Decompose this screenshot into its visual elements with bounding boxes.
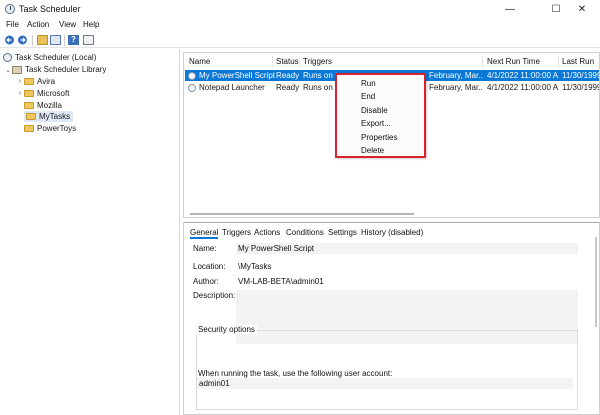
window-title: Task Scheduler [19, 4, 81, 14]
task-icon [188, 84, 196, 92]
tab-conditions[interactable]: Conditions [286, 228, 324, 237]
toolbar: ? [0, 33, 600, 48]
collapse-chevron-icon[interactable]: ⌄ [4, 66, 12, 74]
user-account-field: admin01 [197, 378, 573, 389]
help-icon[interactable]: ? [68, 35, 79, 45]
author-label: Author: [193, 277, 219, 286]
toolbar-separator [32, 35, 33, 46]
task-name: Notepad Launcher [199, 83, 265, 92]
task-icon [188, 72, 196, 80]
tree-folder-label: Microsoft [37, 89, 70, 98]
folder-icon [24, 78, 34, 85]
menu-view[interactable]: View [59, 20, 76, 29]
tree-folder-label: MyTasks [39, 112, 71, 121]
tab-actions[interactable]: Actions [254, 228, 280, 237]
up-folder-icon[interactable] [37, 35, 48, 45]
toolbar-separator [64, 35, 65, 46]
clock-icon [3, 53, 12, 62]
folder-icon [24, 125, 34, 132]
task-status: Ready [276, 71, 300, 80]
column-header-name[interactable]: Name [189, 57, 210, 66]
task-last-run: 11/30/1999 [562, 71, 599, 80]
column-header-next-run[interactable]: Next Run Time [487, 57, 540, 66]
context-menu-properties[interactable]: Properties [361, 133, 397, 142]
back-arrow-icon[interactable] [4, 35, 15, 45]
menu-bar: File Action View Help [0, 19, 600, 32]
show-hide-console-tree-icon[interactable] [50, 35, 61, 45]
tab-history[interactable]: History (disabled) [361, 228, 423, 237]
console-tree: Task Scheduler (Local) ⌄ Task Scheduler … [0, 49, 180, 415]
menu-help[interactable]: Help [83, 20, 99, 29]
task-last-run: 11/30/1999 [562, 83, 599, 92]
menu-file[interactable]: File [6, 20, 19, 29]
context-menu-delete[interactable]: Delete [361, 146, 384, 155]
folder-icon [24, 90, 34, 97]
task-next-run: 4/1/2022 11:00:00 A... [487, 71, 559, 80]
security-options-title: Security options [196, 325, 257, 334]
column-header-status[interactable]: Status [276, 57, 299, 66]
task-next-run: 4/1/2022 11:00:00 A... [487, 83, 559, 92]
context-menu: Run End Disable Export... Properties Del… [335, 73, 426, 158]
close-button[interactable]: ✕ [564, 0, 600, 19]
context-menu-disable[interactable]: Disable [361, 106, 388, 115]
tree-folder-avira[interactable]: › Avira [16, 76, 166, 87]
task-details-pane: General Triggers Actions Conditions Sett… [183, 222, 600, 415]
folder-icon [26, 113, 36, 120]
tree-folder-powertoys[interactable]: PowerToys [16, 123, 166, 134]
task-triggers: Runs on the [303, 83, 337, 92]
folder-icon [24, 102, 34, 109]
context-menu-end[interactable]: End [361, 92, 375, 101]
security-account-text: When running the task, use the following… [198, 369, 393, 378]
expand-chevron-icon[interactable]: › [16, 90, 24, 97]
menu-action[interactable]: Action [27, 20, 49, 29]
tree-folder-label: PowerToys [37, 124, 77, 133]
author-value: VM-LAB-BETA\admin01 [236, 276, 578, 287]
task-status: Ready [276, 83, 300, 92]
tree-folder-mytasks[interactable]: MyTasks [24, 111, 74, 122]
task-triggers-tail: February, Mar... [429, 71, 483, 80]
tree-library[interactable]: ⌄ Task Scheduler Library [4, 64, 106, 75]
tree-root[interactable]: Task Scheduler (Local) [3, 52, 96, 63]
name-label: Name: [193, 244, 217, 253]
library-folder-icon [12, 65, 22, 74]
name-field[interactable]: My PowerShell Script [236, 243, 578, 254]
task-scheduler-app-icon [5, 4, 15, 14]
tab-triggers[interactable]: Triggers [222, 228, 251, 237]
context-menu-run[interactable]: Run [361, 79, 376, 88]
vertical-scrollbar[interactable] [595, 237, 597, 327]
task-name: My PowerShell Script [199, 71, 276, 80]
expand-chevron-icon[interactable]: › [16, 78, 24, 85]
horizontal-scrollbar[interactable] [190, 213, 414, 215]
task-triggers-tail: February, Mar... [429, 83, 483, 92]
column-header-last-run[interactable]: Last Run [562, 57, 594, 66]
tree-root-label: Task Scheduler (Local) [15, 53, 97, 62]
location-label: Location: [193, 262, 226, 271]
tree-folder-label: Mozilla [37, 101, 62, 110]
forward-arrow-icon[interactable] [17, 35, 28, 45]
column-header-triggers[interactable]: Triggers [303, 57, 332, 66]
title-bar: Task Scheduler — ☐ ✕ [0, 0, 600, 19]
location-value: \MyTasks [236, 261, 578, 272]
description-label: Description: [193, 291, 236, 300]
tree-library-label: Task Scheduler Library [25, 65, 107, 74]
tab-settings[interactable]: Settings [328, 228, 357, 237]
properties-pane-icon[interactable] [83, 35, 94, 45]
task-triggers: Runs on the [303, 71, 337, 80]
tree-folder-label: Avira [37, 77, 56, 86]
context-menu-export[interactable]: Export... [361, 119, 391, 128]
tree-folder-microsoft[interactable]: › Microsoft [16, 88, 166, 99]
minimize-button[interactable]: — [492, 0, 528, 19]
tree-folder-mozilla[interactable]: Mozilla [16, 100, 166, 111]
tab-general[interactable]: General [190, 228, 219, 239]
